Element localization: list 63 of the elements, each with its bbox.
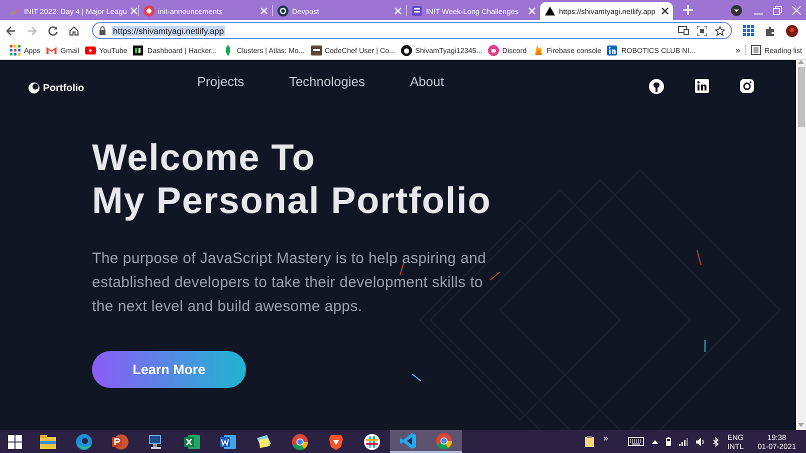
board-icon (411, 5, 423, 17)
home-icon[interactable] (69, 26, 79, 36)
lock-icon (99, 26, 106, 35)
restore-icon[interactable] (773, 6, 782, 14)
instagram-icon[interactable] (740, 79, 754, 93)
folder-icon (39, 432, 57, 450)
app-icon (9, 5, 21, 17)
qr-code-icon[interactable] (697, 26, 707, 36)
tab-search-icon[interactable] (731, 4, 742, 16)
square-logo-icon (133, 44, 144, 56)
keyboard-icon[interactable] (628, 437, 644, 446)
hero-heading: My Personal Portfolio (92, 179, 492, 222)
notepad-icon[interactable] (585, 436, 596, 447)
presentation-icon (111, 432, 129, 450)
learn-more-button[interactable]: Learn More (92, 351, 246, 388)
nav-link[interactable]: Technologies (289, 74, 365, 89)
reload-icon[interactable] (48, 26, 58, 36)
star-icon[interactable] (715, 26, 725, 36)
document-icon (219, 432, 237, 450)
hero-heading: Welcome To (92, 136, 316, 179)
chef-icon (310, 44, 322, 56)
extension-grid-icon[interactable] (743, 25, 754, 36)
code-editor-icon (399, 432, 417, 450)
install-icon[interactable] (678, 26, 689, 35)
battery-icon[interactable] (666, 437, 672, 446)
in-logo-icon (607, 44, 618, 56)
address-bar[interactable]: https://shivamtyagi.netlify.app (92, 22, 732, 39)
logo[interactable]: Portfolio (28, 82, 84, 94)
bluetooth-icon[interactable] (713, 436, 720, 446)
new-tab-icon[interactable] (683, 5, 693, 15)
back-icon[interactable] (6, 26, 16, 36)
windows-icon (8, 434, 22, 448)
more-bookmarks-button[interactable]: » (730, 45, 746, 55)
puzzle-icon[interactable] (765, 26, 775, 36)
sticky-notes-icon (255, 432, 273, 450)
close-icon[interactable] (661, 7, 669, 15)
tray-overflow-button[interactable]: » (603, 432, 608, 442)
triangle-icon (544, 5, 556, 17)
mail-icon (46, 44, 58, 56)
lion-icon (327, 432, 345, 450)
apps-icon (10, 44, 21, 56)
url-text: https://shivamtyagi.netlify.app (112, 26, 225, 36)
cat-icon (401, 44, 412, 56)
edge-icon (75, 432, 93, 450)
list-icon (751, 45, 762, 55)
avatar-icon[interactable] (786, 24, 798, 36)
nav-link[interactable]: Projects (197, 74, 244, 89)
nav-link[interactable]: About (410, 74, 444, 89)
chrome-icon (291, 432, 309, 450)
linkedin-icon[interactable] (695, 79, 709, 93)
logo-icon (28, 82, 40, 94)
chevron-up-icon[interactable] (652, 440, 658, 444)
signal-icon[interactable] (679, 438, 688, 446)
taskbar-app[interactable] (390, 430, 426, 453)
flame-icon (532, 44, 544, 56)
hash-icon (363, 432, 381, 450)
spreadsheet-icon (183, 432, 201, 450)
intro-paragraph: The purpose of JavaScript Mastery is to help aspiring and established developers to take their development skills to the next level and build awesome apps. (92, 249, 488, 317)
chrome-icon (435, 432, 453, 450)
discord-icon (488, 44, 500, 56)
d-logo-icon (277, 5, 289, 17)
volume-icon[interactable] (696, 438, 706, 446)
play-icon (85, 44, 96, 56)
